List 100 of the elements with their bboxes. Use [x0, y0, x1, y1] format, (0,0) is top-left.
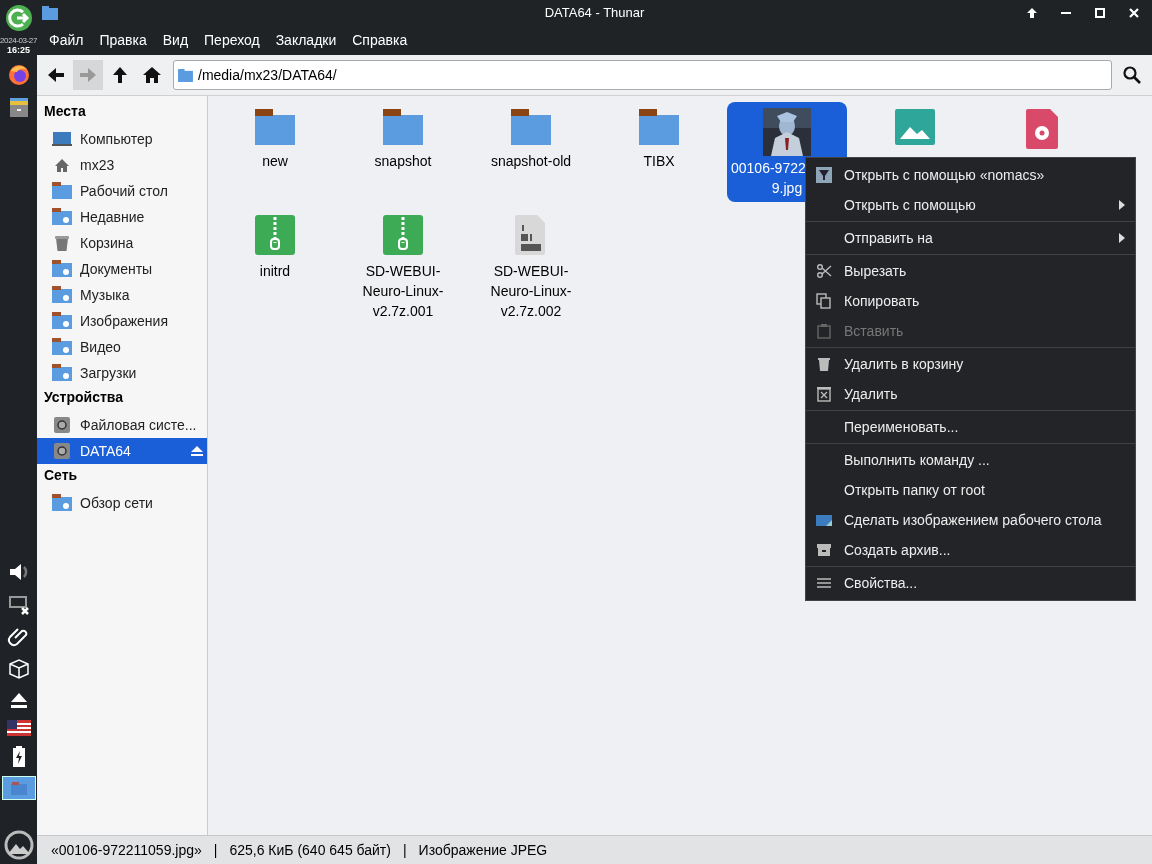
file-name: 9.jpg — [771, 179, 803, 198]
menu-item[interactable]: Правка — [91, 32, 155, 48]
file-item[interactable]: snapshot-old — [471, 102, 591, 175]
folder-icon — [42, 5, 58, 20]
menu-item[interactable]: Удалить — [806, 379, 1135, 409]
status-text: «00106-972211059.jpg» — [51, 842, 202, 858]
status-text: | — [402, 842, 407, 858]
folder-icon — [255, 109, 295, 145]
image-file-icon — [895, 109, 935, 145]
desktop-folder-icon — [52, 182, 72, 200]
menu-item[interactable]: Справка — [344, 32, 416, 48]
trash-icon — [52, 234, 72, 252]
pictures-folder-icon — [52, 312, 72, 330]
search-icon[interactable] — [1122, 65, 1142, 85]
status-text: Изображение JPEG — [418, 842, 548, 858]
browser-icon[interactable] — [6, 63, 31, 87]
sidebar-item[interactable]: Обзор сети — [37, 490, 207, 516]
archive-icon — [383, 215, 423, 255]
sidebar-item[interactable]: Видео — [37, 334, 207, 360]
sidebar-item[interactable]: Изображения — [37, 308, 207, 334]
drive-icon — [52, 416, 72, 434]
arrow-up-icon[interactable] — [1026, 6, 1038, 19]
menu-item[interactable]: Переход — [196, 32, 268, 48]
close-icon[interactable] — [1128, 6, 1140, 19]
menu-item[interactable]: Сделать изображением рабочего стола — [806, 505, 1135, 535]
delete-icon — [816, 386, 832, 402]
file-name: SD-WEBUI- — [365, 262, 441, 281]
maximize-icon[interactable] — [1094, 6, 1106, 19]
recent-folder-icon — [52, 208, 72, 226]
date-label: 2024-03-27 — [0, 36, 37, 45]
sidebar-item[interactable]: Музыка — [37, 282, 207, 308]
menu-item[interactable]: Создать архив... — [806, 535, 1135, 565]
arrow-right-icon — [78, 65, 98, 85]
file-item[interactable]: SD-WEBUI- Neuro-Linux- v2.7z.001 — [343, 208, 463, 325]
arrow-up-icon — [110, 65, 130, 85]
menu-item[interactable]: Переименовать... — [806, 412, 1135, 442]
file-name: 00106-9722 — [730, 159, 806, 178]
flag-icon[interactable] — [6, 720, 31, 736]
sidebar-item[interactable]: mx23 — [37, 152, 207, 178]
network-folder-icon — [52, 494, 72, 512]
sidebar-item[interactable]: DATA64 — [37, 438, 207, 464]
location-field[interactable]: /media/mx23/DATA64/ — [173, 60, 1112, 90]
file-name: v2.7z.001 — [372, 302, 434, 321]
clipboard-icon — [816, 323, 832, 339]
menu-item[interactable]: Удалить в корзину — [806, 349, 1135, 379]
mountain-logo-icon[interactable] — [3, 830, 34, 860]
sidebar-item[interactable]: Загрузки — [37, 360, 207, 386]
home-icon — [142, 65, 162, 85]
menu-item[interactable]: Файл — [41, 32, 92, 48]
section-heading: Места — [43, 102, 87, 121]
archive-box-icon — [816, 542, 832, 558]
music-folder-icon — [52, 286, 72, 304]
documents-folder-icon — [52, 260, 72, 278]
file-item[interactable]: snapshot — [343, 102, 463, 175]
menu-item[interactable]: Закладки — [267, 32, 345, 48]
menu-item[interactable]: Вырезать — [806, 256, 1135, 286]
menu-item[interactable]: Копировать — [806, 286, 1135, 316]
sidebar-item[interactable]: Документы — [37, 256, 207, 282]
section-heading: Сеть — [43, 466, 79, 485]
sidebar-item[interactable]: Файловая систе... — [37, 412, 207, 438]
drive-icon — [52, 442, 72, 460]
menu-item[interactable]: Вид — [154, 32, 197, 48]
menu-item[interactable]: Открыть папку от root — [806, 475, 1135, 505]
file-name: initrd — [259, 262, 291, 281]
window-button[interactable] — [1, 776, 36, 800]
menu-item[interactable]: Отправить на — [806, 223, 1135, 253]
box-icon[interactable] — [6, 656, 31, 680]
file-name: snapshot-old — [490, 152, 572, 171]
menu-item[interactable]: Выполнить команду ... — [806, 445, 1135, 475]
file-item[interactable]: initrd — [215, 208, 335, 285]
disc-image-icon — [1026, 109, 1060, 149]
status-text: 625,6 КиБ (640 645 байт) — [229, 842, 391, 858]
archive-icon — [255, 215, 295, 255]
sidebar-item[interactable]: Рабочий стол — [37, 178, 207, 204]
file-name: v2.7z.002 — [500, 302, 562, 321]
window-title: DATA64 - Thunar — [543, 5, 646, 20]
file-name: snapshot — [374, 152, 432, 171]
file-item[interactable]: TIBX — [599, 102, 719, 175]
trash-icon — [816, 356, 832, 372]
file-name: Neuro-Linux- — [490, 282, 572, 301]
folder-icon — [383, 109, 423, 145]
arrow-left-icon — [46, 65, 66, 85]
folder-icon — [178, 68, 193, 82]
sidebar-item[interactable]: Недавние — [37, 204, 207, 230]
downloads-folder-icon — [52, 364, 72, 382]
clock-label: 16:25 — [7, 45, 30, 55]
file-item[interactable]: new — [215, 102, 335, 175]
binary-file-icon — [515, 215, 547, 255]
file-name: Neuro-Linux- — [362, 282, 444, 301]
sidebar-item[interactable]: Компьютер — [37, 126, 207, 152]
sidebar-item[interactable]: Корзина — [37, 230, 207, 256]
file-name: new — [262, 152, 288, 171]
folder-icon — [639, 109, 679, 145]
copy-icon — [816, 293, 832, 309]
file-item[interactable]: SD-WEBUI- Neuro-Linux- v2.7z.002 — [471, 208, 591, 325]
logout-icon[interactable] — [4, 4, 33, 32]
computer-icon — [52, 130, 72, 148]
status-text: | — [213, 842, 218, 858]
folder-icon — [511, 109, 551, 145]
menu-item[interactable]: Свойства... — [806, 568, 1135, 598]
